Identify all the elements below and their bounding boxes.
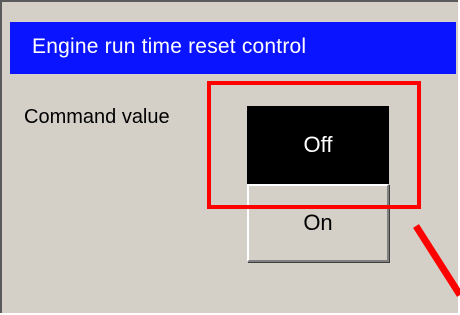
panel-titlebar: Engine run time reset control <box>10 22 456 74</box>
off-button-label: Off <box>303 132 333 157</box>
control-panel: Engine run time reset control Command va… <box>0 0 458 313</box>
off-button[interactable]: Off <box>247 106 389 184</box>
on-button-label: On <box>303 210 333 235</box>
command-value-label: Command value <box>24 106 170 128</box>
on-button[interactable]: On <box>247 184 389 262</box>
panel-title: Engine run time reset control <box>32 35 307 58</box>
